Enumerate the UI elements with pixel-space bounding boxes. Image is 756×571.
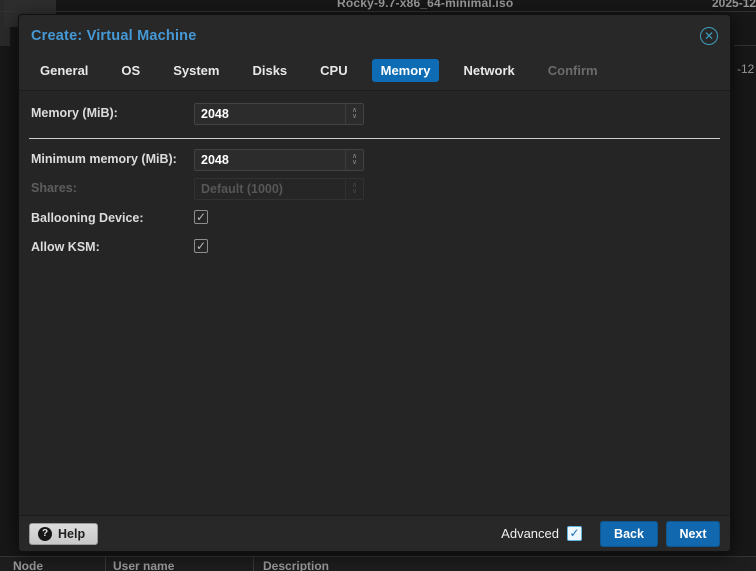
background-row-divider (0, 11, 756, 12)
column-header-description: Description (263, 559, 329, 571)
min-memory-field[interactable]: ∧∨ (194, 149, 364, 171)
tab-memory[interactable]: Memory (372, 59, 440, 82)
column-header-node: Node (13, 559, 43, 571)
next-button[interactable]: Next (666, 521, 720, 547)
shares-spinner: ∧∨ (345, 179, 363, 199)
shares-input (195, 179, 345, 199)
min-memory-input[interactable] (195, 150, 345, 170)
wizard-tabbar: General OS System Disks CPU Memory Netwo… (19, 57, 730, 90)
dialog-header: Create: Virtual Machine ✕ (19, 15, 730, 57)
close-icon[interactable]: ✕ (700, 27, 718, 45)
help-button-label: Help (58, 527, 85, 541)
allow-ksm-label: Allow KSM: (31, 240, 100, 254)
column-separator (105, 557, 106, 571)
ballooning-label: Ballooning Device: (31, 211, 144, 225)
background-date-top: 2025-12 (712, 0, 756, 10)
background-iso-filename: Rocky-9.7-x86_64-minimal.iso (337, 0, 513, 10)
min-memory-label: Minimum memory (MiB): (31, 152, 177, 166)
tab-cpu[interactable]: CPU (311, 59, 356, 82)
shares-label: Shares: (31, 181, 77, 195)
column-header-username: User name (113, 559, 174, 571)
memory-input[interactable] (195, 104, 345, 124)
background-row-divider-right (734, 45, 756, 46)
shares-field: ∧∨ (194, 178, 364, 200)
help-button[interactable]: ? Help (29, 523, 98, 545)
advanced-label: Advanced (501, 526, 559, 541)
ballooning-checkbox[interactable]: ✓ (194, 210, 208, 224)
memory-form-panel: Memory (MiB): ∧∨ Minimum memory (MiB): ∧… (19, 90, 730, 516)
advanced-section-divider (29, 138, 720, 139)
memory-spinner[interactable]: ∧∨ (345, 104, 363, 124)
tab-confirm: Confirm (539, 59, 607, 82)
tab-system[interactable]: System (164, 59, 228, 82)
column-separator (253, 557, 254, 571)
min-memory-spinner[interactable]: ∧∨ (345, 150, 363, 170)
dialog-footer: ? Help Advanced ✓ Back Next (19, 516, 730, 551)
tab-disks[interactable]: Disks (243, 59, 296, 82)
tab-network[interactable]: Network (454, 59, 523, 82)
allow-ksm-checkbox[interactable]: ✓ (194, 239, 208, 253)
memory-field[interactable]: ∧∨ (194, 103, 364, 125)
help-icon: ? (38, 527, 52, 541)
create-vm-dialog: Create: Virtual Machine ✕ General OS Sys… (18, 14, 731, 552)
dialog-title: Create: Virtual Machine (31, 28, 700, 44)
advanced-checkbox[interactable]: ✓ (567, 526, 582, 541)
back-button[interactable]: Back (600, 521, 658, 547)
memory-label: Memory (MiB): (31, 106, 118, 120)
tab-general[interactable]: General (31, 59, 97, 82)
background-table-header: Node User name Description (0, 556, 756, 571)
background-date-fragment: -12 (737, 62, 754, 76)
tab-os[interactable]: OS (112, 59, 149, 82)
